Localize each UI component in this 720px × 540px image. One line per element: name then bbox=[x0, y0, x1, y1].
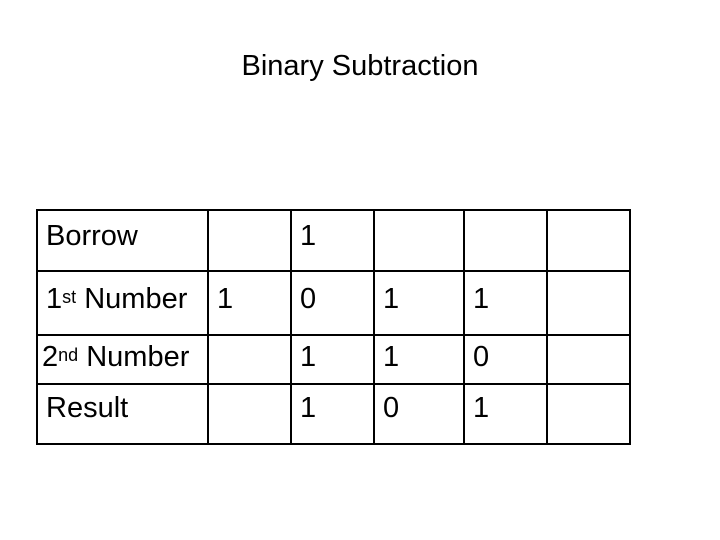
row-label: 1st Number bbox=[36, 270, 209, 336]
cell bbox=[207, 209, 292, 272]
cell: 1 bbox=[373, 334, 465, 385]
cell bbox=[463, 209, 548, 272]
cell: 0 bbox=[373, 383, 465, 445]
row-label: Borrow bbox=[36, 209, 209, 272]
cell: 0 bbox=[463, 334, 548, 385]
cell: 0 bbox=[290, 270, 375, 336]
cell bbox=[546, 209, 631, 272]
table-row-borrow: Borrow 1 bbox=[36, 209, 631, 272]
cell bbox=[207, 334, 292, 385]
cell: 1 bbox=[290, 209, 375, 272]
row-label-text: 1 bbox=[46, 283, 63, 315]
row-label-rest: Number bbox=[78, 341, 190, 373]
table-row-second-number: 2nd Number 1 1 0 bbox=[36, 334, 631, 385]
cell bbox=[373, 209, 465, 272]
row-label: Result bbox=[36, 383, 209, 445]
row-label-text: 2 bbox=[42, 341, 59, 373]
row-label-text: Result bbox=[46, 392, 129, 424]
cell bbox=[546, 383, 631, 445]
subtraction-table: Borrow 1 1st Number 1 0 1 1 2nd Number 1… bbox=[36, 209, 631, 445]
cell: 1 bbox=[373, 270, 465, 336]
cell bbox=[546, 334, 631, 385]
cell bbox=[207, 383, 292, 445]
cell: 1 bbox=[290, 334, 375, 385]
slide-title: Binary Subtraction bbox=[241, 50, 479, 82]
row-label-rest: Number bbox=[76, 283, 188, 315]
cell: 1 bbox=[207, 270, 292, 336]
cell: 1 bbox=[290, 383, 375, 445]
cell: 1 bbox=[463, 270, 548, 336]
table-row-result: Result 1 0 1 bbox=[36, 383, 631, 445]
table-row-first-number: 1st Number 1 0 1 1 bbox=[36, 270, 631, 336]
cell bbox=[546, 270, 631, 336]
row-label-text: Borrow bbox=[46, 220, 138, 252]
ordinal-suffix: st bbox=[62, 287, 77, 307]
cell: 1 bbox=[463, 383, 548, 445]
ordinal-suffix: nd bbox=[58, 345, 79, 365]
row-label: 2nd Number bbox=[36, 334, 209, 385]
